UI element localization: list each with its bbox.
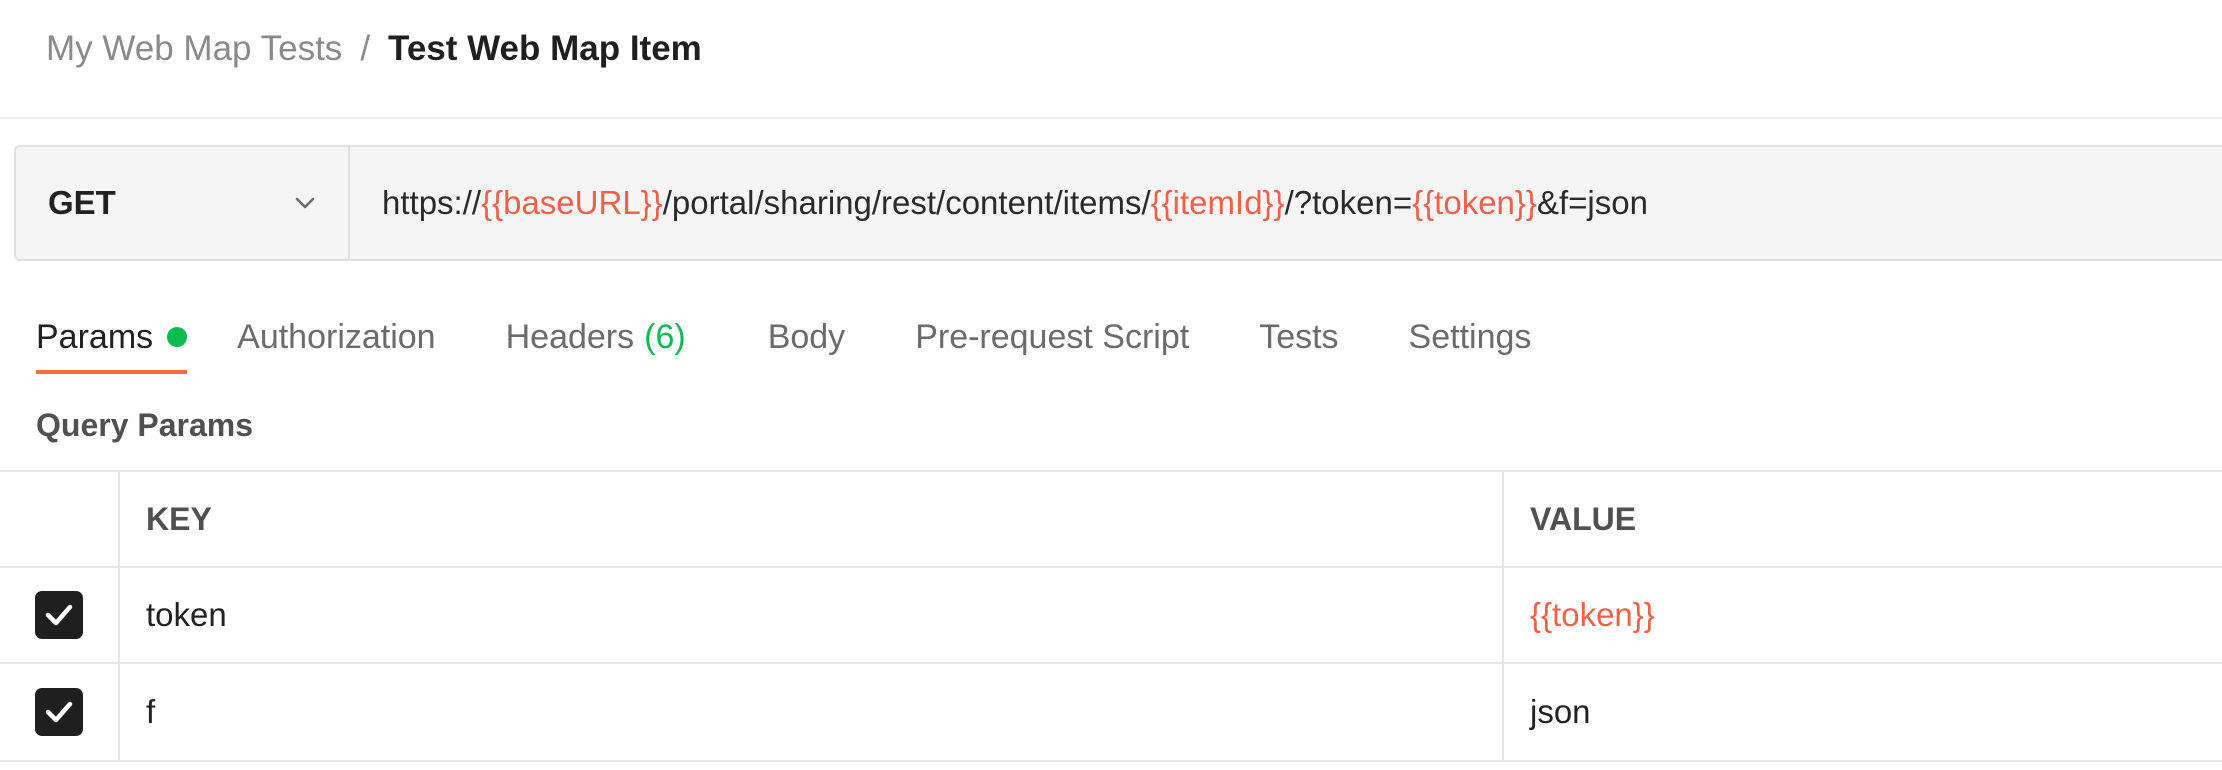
request-tabs: Params Authorization Headers (6) Body Pr…: [36, 300, 1531, 380]
tab-settings[interactable]: Settings: [1409, 300, 1532, 374]
table-row: token {{token}}: [0, 566, 2222, 662]
tab-authorization[interactable]: Authorization: [237, 300, 435, 374]
param-value-input[interactable]: json: [1504, 664, 2222, 760]
request-bar: GET https:// {{baseURL}} /portal/sharing…: [14, 145, 2222, 261]
query-params-title: Query Params: [36, 406, 254, 443]
tab-params-label: Params: [36, 317, 154, 356]
row-checkbox-cell: [0, 568, 120, 662]
chevron-down-icon: [292, 190, 318, 216]
url-segment: https://: [382, 184, 482, 221]
checkmark-icon: [45, 604, 73, 626]
header-key: KEY: [120, 472, 1504, 566]
tab-headers[interactable]: Headers (6): [506, 300, 686, 374]
header-value: VALUE: [1530, 500, 1637, 537]
method-dropdown[interactable]: GET: [16, 147, 350, 259]
url-segment: /portal/sharing/rest/content/items/: [662, 184, 1151, 221]
param-key-input[interactable]: f: [120, 664, 1504, 760]
url-input[interactable]: https:// {{baseURL}} /portal/sharing/res…: [350, 147, 2222, 259]
tab-tests-label: Tests: [1259, 317, 1339, 356]
tab-tests[interactable]: Tests: [1259, 300, 1338, 374]
tab-settings-label: Settings: [1408, 317, 1532, 356]
header-divider: [0, 117, 2222, 119]
query-params-table: KEY VALUE token {{token}} f json: [0, 470, 2222, 762]
breadcrumb: My Web Map Tests / Test Web Map Item: [46, 26, 702, 72]
breadcrumb-collection-link[interactable]: My Web Map Tests: [46, 29, 342, 69]
checkmark-icon: [45, 701, 73, 723]
headers-count-badge: (6): [644, 317, 686, 356]
tab-body-label: Body: [767, 317, 846, 356]
request-name[interactable]: Test Web Map Item: [388, 29, 702, 69]
url-variable-token: {{token}}: [1412, 184, 1537, 221]
url-segment: &f=json: [1536, 184, 1648, 221]
url-variable-baseurl: {{baseURL}}: [481, 184, 663, 221]
tab-headers-label: Headers: [505, 317, 635, 356]
param-value-input[interactable]: {{token}}: [1504, 568, 2222, 662]
tab-pre-request-script[interactable]: Pre-request Script: [915, 300, 1189, 374]
tab-authorization-label: Authorization: [237, 317, 436, 356]
tab-params[interactable]: Params: [36, 300, 188, 374]
param-key-input[interactable]: token: [120, 568, 1504, 662]
params-active-dot-icon: [167, 327, 188, 347]
param-enabled-checkbox[interactable]: [35, 688, 83, 736]
table-header-row: KEY VALUE: [0, 470, 2222, 566]
param-enabled-checkbox[interactable]: [35, 591, 83, 639]
row-checkbox-cell: [0, 664, 120, 760]
tab-body[interactable]: Body: [768, 300, 846, 374]
header-checkbox-column: [0, 472, 120, 566]
method-label: GET: [48, 184, 116, 221]
table-row: f json: [0, 662, 2222, 762]
breadcrumb-separator: /: [360, 29, 371, 68]
url-variable-itemid: {{itemId}}: [1150, 184, 1285, 221]
url-segment: /?token=: [1284, 184, 1413, 221]
tab-pre-request-script-label: Pre-request Script: [915, 317, 1190, 356]
